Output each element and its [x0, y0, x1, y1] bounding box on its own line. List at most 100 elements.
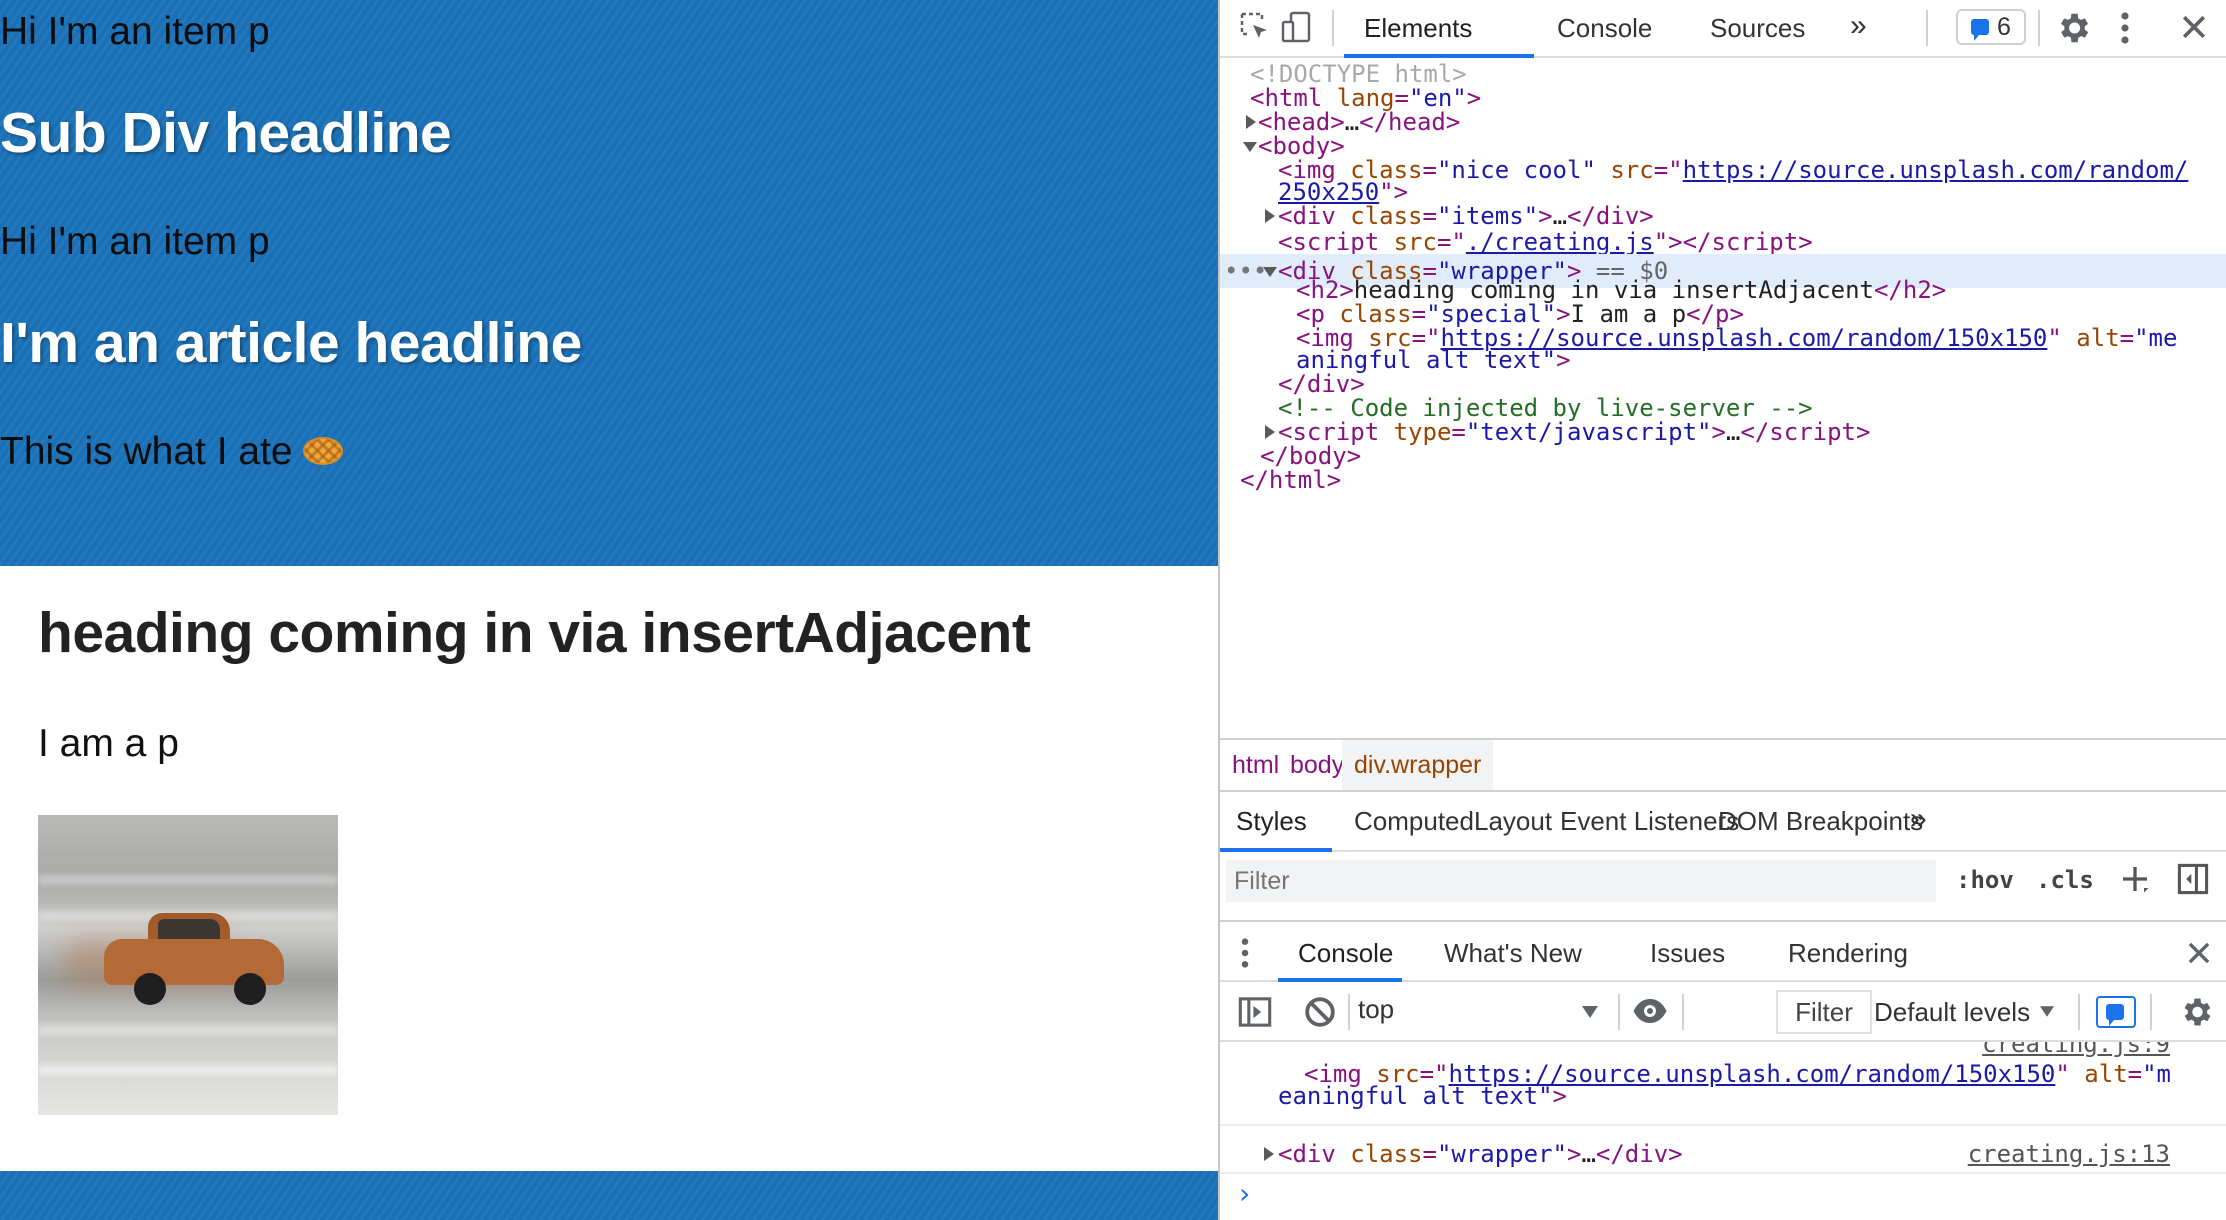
- sub-div-headline: Sub Div headline: [0, 101, 452, 165]
- dom-line-script2[interactable]: <script type="text/javascript">…</script…: [1220, 420, 2226, 444]
- show-sidebar-icon[interactable]: [1238, 996, 1272, 1028]
- console-source-link-2[interactable]: creating.js:13: [1968, 1140, 2170, 1168]
- tab-sources[interactable]: Sources: [1710, 13, 1805, 44]
- dom-line-p[interactable]: <p class="special">I am a p</p>: [1220, 302, 2226, 326]
- console-row-separator: [1220, 1124, 2226, 1126]
- device-toolbar-icon[interactable]: [1280, 10, 1314, 44]
- breadcrumb-div-wrapper[interactable]: div.wrapper: [1342, 740, 1494, 790]
- expand-triangle-icon[interactable]: [1264, 1147, 1274, 1161]
- console-row-separator: [1220, 1172, 2226, 1174]
- issues-counter-button[interactable]: 6: [1956, 9, 2026, 45]
- devtools-panel: Elements Console Sources » 6 <!DOCTYPE h…: [1220, 0, 2226, 1220]
- chevron-down-icon: [2040, 1006, 2054, 1017]
- drawer-tab-issues[interactable]: Issues: [1650, 938, 1725, 969]
- dom-line-html-close[interactable]: </html>: [1220, 468, 2226, 492]
- console-message-img-cont[interactable]: eaningful alt text">: [1220, 1084, 2226, 1108]
- console-source-link-1[interactable]: creating.js:9: [1982, 1042, 2170, 1058]
- dom-line-comment[interactable]: <!-- Code injected by live-server -->: [1220, 396, 2226, 420]
- inspect-element-icon[interactable]: [1238, 10, 1272, 44]
- more-tabs-chevron-icon[interactable]: »: [1910, 802, 1927, 836]
- dom-line-body[interactable]: <body>: [1220, 134, 2226, 158]
- drawer-tab-rendering[interactable]: Rendering: [1788, 938, 1908, 969]
- toolbar-separator: [2150, 994, 2152, 1030]
- chevron-down-icon: [1582, 1006, 1598, 1018]
- ate-paragraph: This is what I ate: [0, 430, 343, 474]
- settings-gear-icon[interactable]: [2054, 9, 2092, 47]
- random-car-image: [38, 815, 338, 1115]
- tab-dom-breakpoints[interactable]: DOM Breakpoints: [1718, 806, 1923, 837]
- breadcrumb: html body div.wrapper: [1220, 738, 2226, 792]
- wrapper-paragraph: I am a p: [38, 722, 179, 765]
- drawer-tabbar: Console What's New Issues Rendering: [1220, 920, 2226, 982]
- hov-toggle-button[interactable]: :hov: [1956, 866, 2014, 894]
- dom-line-doctype[interactable]: <!DOCTYPE html>: [1220, 62, 2226, 86]
- elements-dom-tree[interactable]: <!DOCTYPE html> <html lang="en"> <head>……: [1220, 58, 2226, 738]
- devtools-main-tabbar: Elements Console Sources » 6: [1220, 0, 2226, 58]
- page-viewport: Hi I'm an item p Sub Div headline Hi I'm…: [0, 0, 1218, 1220]
- toolbar-separator: [1926, 10, 1928, 46]
- console-prompt[interactable]: ›: [1220, 1180, 2226, 1208]
- toolbar-separator: [1348, 994, 1350, 1030]
- pie-emoji-icon: [302, 436, 343, 465]
- items-section: Hi I'm an item p Sub Div headline Hi I'm…: [0, 0, 1218, 566]
- styles-filter-row: :hov .cls: [1220, 852, 2226, 910]
- message-icon: [1971, 19, 1990, 41]
- drawer-tab-whats-new[interactable]: What's New: [1444, 938, 1582, 969]
- ate-text: This is what I ate: [0, 430, 293, 473]
- dom-line-img1-cont[interactable]: 250x250">: [1220, 180, 2226, 204]
- dom-line-body-close[interactable]: </body>: [1220, 444, 2226, 468]
- dom-line-head[interactable]: <head>…</head>: [1220, 110, 2226, 134]
- cls-toggle-button[interactable]: .cls: [2036, 866, 2094, 894]
- footer-band: [0, 1171, 1218, 1220]
- tab-styles[interactable]: Styles: [1236, 806, 1307, 837]
- log-levels-dropdown[interactable]: Default levels: [1874, 990, 2064, 1034]
- message-icon: [2106, 1004, 2124, 1026]
- context-value: top: [1358, 994, 1395, 1024]
- expand-triangle-icon[interactable]: [1265, 209, 1275, 223]
- toolbar-separator: [1682, 994, 1684, 1030]
- dom-line-div-close[interactable]: </div>: [1220, 372, 2226, 396]
- expand-triangle-icon[interactable]: [1246, 115, 1256, 129]
- collapse-triangle-icon[interactable]: [1243, 142, 1257, 152]
- console-filter-input[interactable]: Filter: [1776, 990, 1872, 1034]
- article-headline: I'm an article headline: [0, 311, 582, 375]
- wrapper-heading: heading coming in via insertAdjacent: [38, 601, 1031, 665]
- issues-count: 6: [1997, 12, 2011, 41]
- console-toolbar: top Filter Default levels: [1220, 982, 2226, 1042]
- prompt-chevron-icon: ›: [1236, 1177, 1253, 1210]
- tab-layout[interactable]: Layout: [1474, 806, 1552, 837]
- console-output: creating.js:9 <img src="https://source.u…: [1220, 1042, 2226, 1220]
- expand-triangle-icon[interactable]: [1265, 425, 1275, 439]
- styles-filter-input[interactable]: [1226, 860, 1936, 902]
- item-paragraph-2: Hi I'm an item p: [0, 220, 270, 263]
- tab-event-listeners[interactable]: Event Listeners: [1560, 806, 1739, 837]
- tab-elements[interactable]: Elements: [1364, 13, 1472, 44]
- drawer-menu-icon[interactable]: [1240, 936, 1250, 970]
- close-drawer-icon[interactable]: [2186, 940, 2212, 966]
- close-devtools-icon[interactable]: [2180, 13, 2208, 41]
- console-issues-button[interactable]: [2096, 996, 2136, 1028]
- tab-console[interactable]: Console: [1557, 13, 1652, 44]
- styles-tabbar: Styles Computed Layout Event Listeners D…: [1220, 792, 2226, 852]
- toggle-sidebar-icon[interactable]: [2176, 862, 2210, 896]
- tab-computed[interactable]: Computed: [1354, 806, 1474, 837]
- toolbar-separator: [1618, 994, 1620, 1030]
- dom-line-img2-cont[interactable]: aningful alt text">: [1220, 348, 2226, 372]
- dom-line-html[interactable]: <html lang="en">: [1220, 86, 2226, 110]
- more-tabs-chevron-icon[interactable]: »: [1850, 9, 1867, 43]
- clear-console-icon[interactable]: [1304, 996, 1336, 1028]
- new-style-rule-icon[interactable]: [2120, 864, 2150, 894]
- dom-line-items[interactable]: <div class="items">…</div>: [1220, 204, 2226, 228]
- dom-line-script[interactable]: <script src="./creating.js"></script>: [1220, 230, 2226, 254]
- live-expression-eye-icon[interactable]: [1632, 996, 1668, 1026]
- console-settings-gear-icon[interactable]: [2178, 994, 2214, 1030]
- context-selector[interactable]: top: [1358, 994, 1598, 1030]
- more-options-icon[interactable]: [2118, 10, 2132, 46]
- toolbar-separator: [2078, 994, 2080, 1030]
- item-paragraph-1: Hi I'm an item p: [0, 10, 270, 53]
- toolbar-separator: [1332, 10, 1334, 46]
- toolbar-separator: [2038, 10, 2040, 46]
- log-levels-label: Default levels: [1874, 997, 2031, 1027]
- drawer-tab-console[interactable]: Console: [1298, 938, 1393, 969]
- dom-line-h2[interactable]: <h2>heading coming in via insertAdjacent…: [1220, 278, 2226, 302]
